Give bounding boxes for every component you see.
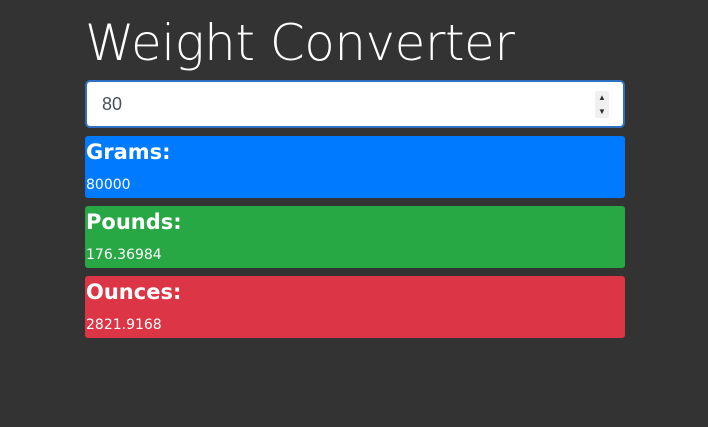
weight-input[interactable] <box>87 82 623 126</box>
page-title: Weight Converter <box>85 14 515 72</box>
grams-value: 80000 <box>86 177 131 193</box>
pounds-result-card: Pounds: 176.36984 <box>85 206 625 268</box>
grams-label: Grams: <box>86 140 171 164</box>
ounces-label: Ounces: <box>86 280 182 304</box>
grams-result-card: Grams: 80000 <box>85 136 625 198</box>
converter-container: Weight Converter ▲ ▼ Grams: 80000 Pounds… <box>85 0 625 338</box>
pounds-label: Pounds: <box>86 210 182 234</box>
ounces-result-card: Ounces: 2821.9168 <box>85 276 625 338</box>
number-stepper[interactable]: ▲ ▼ <box>595 91 609 118</box>
stepper-down-icon[interactable]: ▼ <box>595 105 609 118</box>
pounds-value: 176.36984 <box>86 247 162 263</box>
weight-input-wrapper: ▲ ▼ <box>85 80 625 128</box>
ounces-value: 2821.9168 <box>86 317 162 333</box>
stepper-up-icon[interactable]: ▲ <box>595 91 609 104</box>
